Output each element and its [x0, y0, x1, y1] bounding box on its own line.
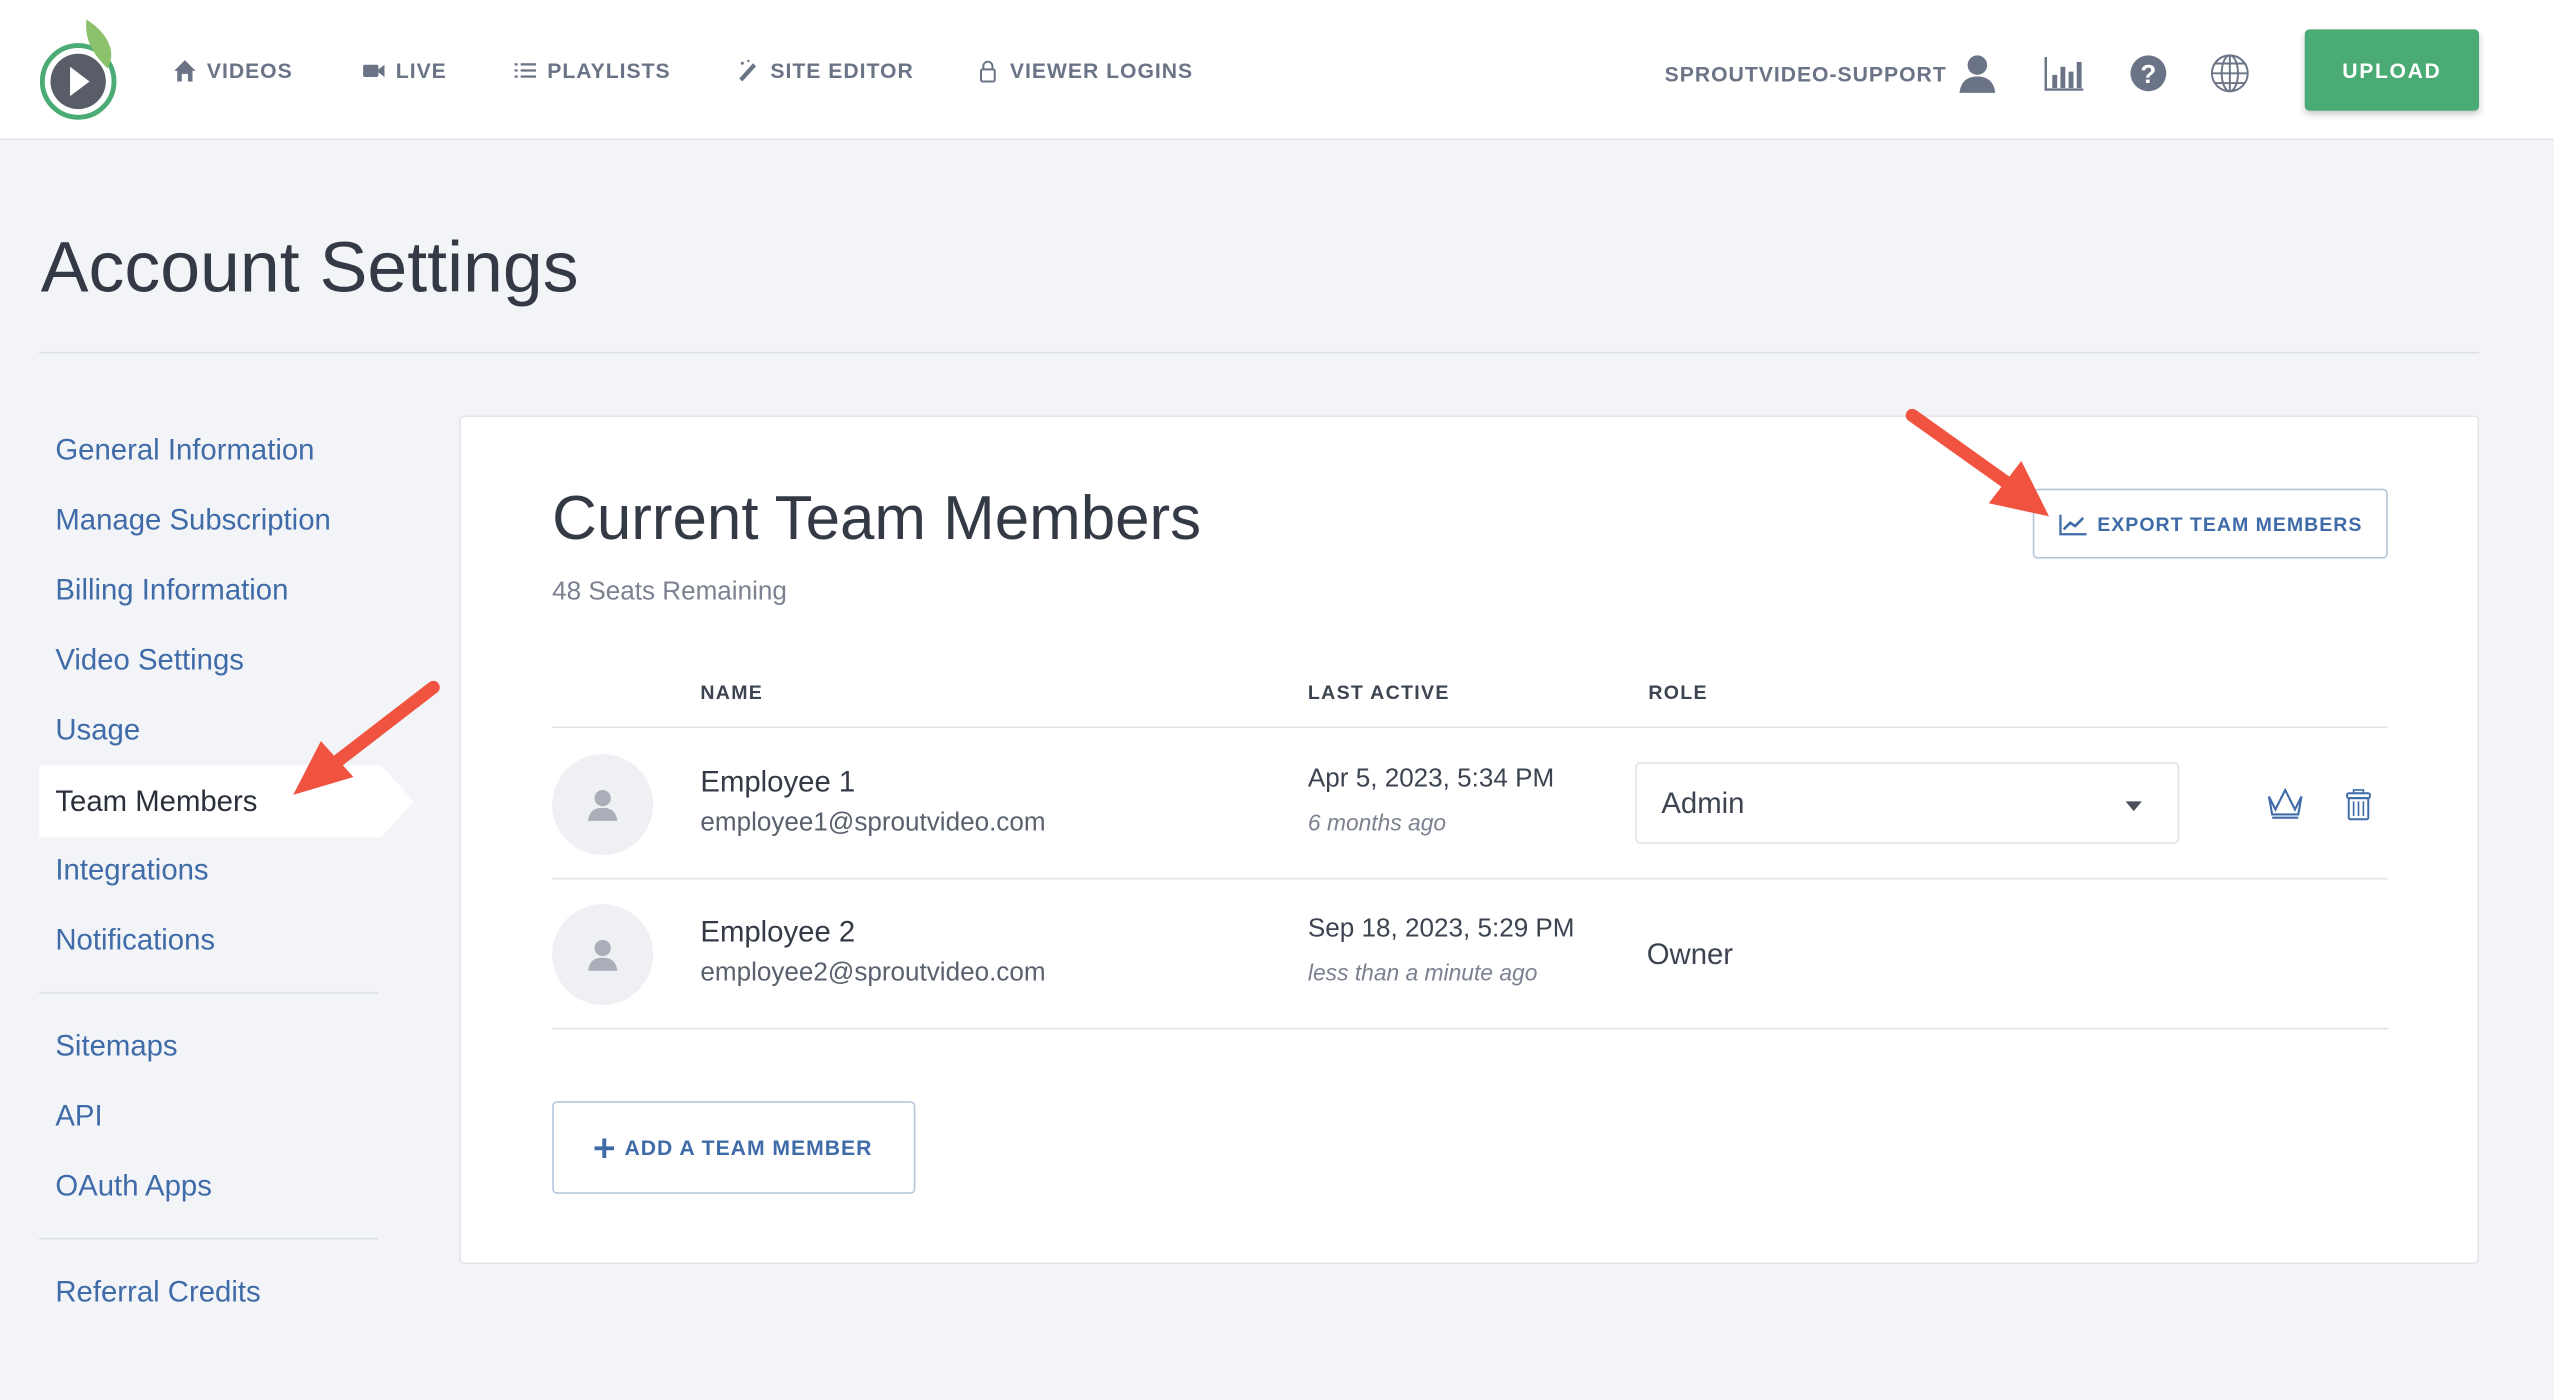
nav-viewer-logins[interactable]: VIEWER LOGINS: [976, 59, 1193, 83]
sidebar-item-notifications[interactable]: Notifications: [55, 924, 215, 958]
annotation-arrow-icon: [293, 680, 440, 795]
member-name: Employee 2: [700, 915, 856, 948]
video-camera-icon: [363, 64, 385, 77]
role-value: Owner: [1646, 938, 1734, 971]
table-divider: [552, 1027, 2388, 1030]
title-divider: [39, 351, 2480, 354]
sidebar-item-manage-subscription[interactable]: Manage Subscription: [55, 503, 330, 537]
nav-label: PLAYLISTS: [547, 58, 671, 84]
chevron-down-icon: [2125, 801, 2142, 812]
sidebar-item-usage[interactable]: Usage: [55, 713, 140, 747]
plus-icon: [595, 1137, 615, 1158]
last-active-date: Sep 18, 2023, 5:29 PM: [1307, 915, 1575, 944]
list-icon: [514, 63, 536, 78]
column-header-role: ROLE: [1648, 680, 1708, 704]
seats-remaining: 48 Seats Remaining: [552, 578, 787, 606]
export-team-members-button[interactable]: EXPORT TEAM MEMBERS: [2032, 488, 2388, 559]
nav-label: LIVE: [395, 58, 447, 84]
svg-text:?: ?: [2140, 59, 2156, 89]
sidebar-item-integrations[interactable]: Integrations: [55, 853, 208, 887]
avatar: [552, 754, 654, 856]
last-active-relative: less than a minute ago: [1307, 959, 1538, 986]
table-divider: [552, 726, 2388, 729]
globe-icon[interactable]: [2209, 52, 2251, 94]
line-chart-icon: [2058, 513, 2086, 535]
page-title: Account Settings: [40, 228, 579, 308]
add-team-member-button[interactable]: ADD A TEAM MEMBER: [552, 1101, 916, 1194]
sidebar-item-general-information[interactable]: General Information: [55, 433, 314, 467]
account-username[interactable]: SPROUTVIDEO-SUPPORT: [1665, 62, 1947, 86]
nav-label: SITE EDITOR: [770, 58, 914, 84]
help-icon[interactable]: ?: [2127, 52, 2169, 94]
member-email: employee1@sproutvideo.com: [700, 809, 1046, 838]
nav-site-editor[interactable]: SITE EDITOR: [736, 59, 914, 83]
nav-videos[interactable]: VIDEOS: [173, 59, 293, 83]
nav-live[interactable]: LIVE: [362, 59, 447, 83]
role-select[interactable]: Admin: [1635, 762, 2180, 844]
sidebar-divider: [39, 991, 378, 994]
home-icon: [174, 60, 196, 82]
sidebar-item-referral-credits[interactable]: Referral Credits: [55, 1275, 260, 1309]
lock-icon: [980, 60, 996, 83]
add-label: ADD A TEAM MEMBER: [624, 1135, 873, 1160]
column-header-name: NAME: [700, 680, 764, 704]
role-value: Admin: [1661, 786, 1745, 820]
sidebar-item-billing-information[interactable]: Billing Information: [55, 573, 288, 607]
export-label: EXPORT TEAM MEMBERS: [2097, 512, 2363, 536]
nav-label: VIDEOS: [206, 58, 293, 84]
member-email: employee2@sproutvideo.com: [700, 959, 1046, 988]
user-icon[interactable]: [1956, 52, 1998, 94]
user-placeholder-icon: [587, 939, 618, 971]
sidebar-item-sitemaps[interactable]: Sitemaps: [55, 1029, 177, 1063]
sproutvideo-logo[interactable]: [36, 19, 121, 121]
table-divider: [552, 877, 2388, 880]
sidebar-item-api[interactable]: API: [55, 1099, 102, 1133]
column-header-last-active: LAST ACTIVE: [1307, 680, 1450, 704]
avatar: [552, 903, 654, 1005]
crown-icon[interactable]: [2266, 788, 2305, 821]
nav-playlists[interactable]: PLAYLISTS: [513, 59, 671, 83]
analytics-chart-icon[interactable]: [2043, 52, 2085, 94]
magic-wand-icon: [739, 59, 757, 82]
sidebar-divider: [39, 1237, 378, 1240]
sidebar-item-video-settings[interactable]: Video Settings: [55, 643, 244, 677]
panel-title: Current Team Members: [552, 485, 1202, 554]
member-name: Employee 1: [700, 765, 856, 799]
user-placeholder-icon: [587, 789, 618, 821]
trash-icon[interactable]: [2344, 788, 2373, 821]
nav-label: VIEWER LOGINS: [1009, 58, 1194, 84]
team-members-panel: Current Team Members 48 Seats Remaining …: [459, 415, 2480, 1264]
upload-button[interactable]: UPLOAD: [2304, 29, 2480, 111]
annotation-arrow-icon: [1905, 408, 2050, 517]
last-active-relative: 6 months ago: [1307, 809, 1447, 836]
sidebar-item-oauth-apps[interactable]: OAuth Apps: [55, 1169, 211, 1203]
last-active-date: Apr 5, 2023, 5:34 PM: [1307, 765, 1555, 794]
top-navigation-bar: VIDEOS LIVE PLAYLISTS SITE EDITOR VIEWER…: [0, 0, 2554, 141]
